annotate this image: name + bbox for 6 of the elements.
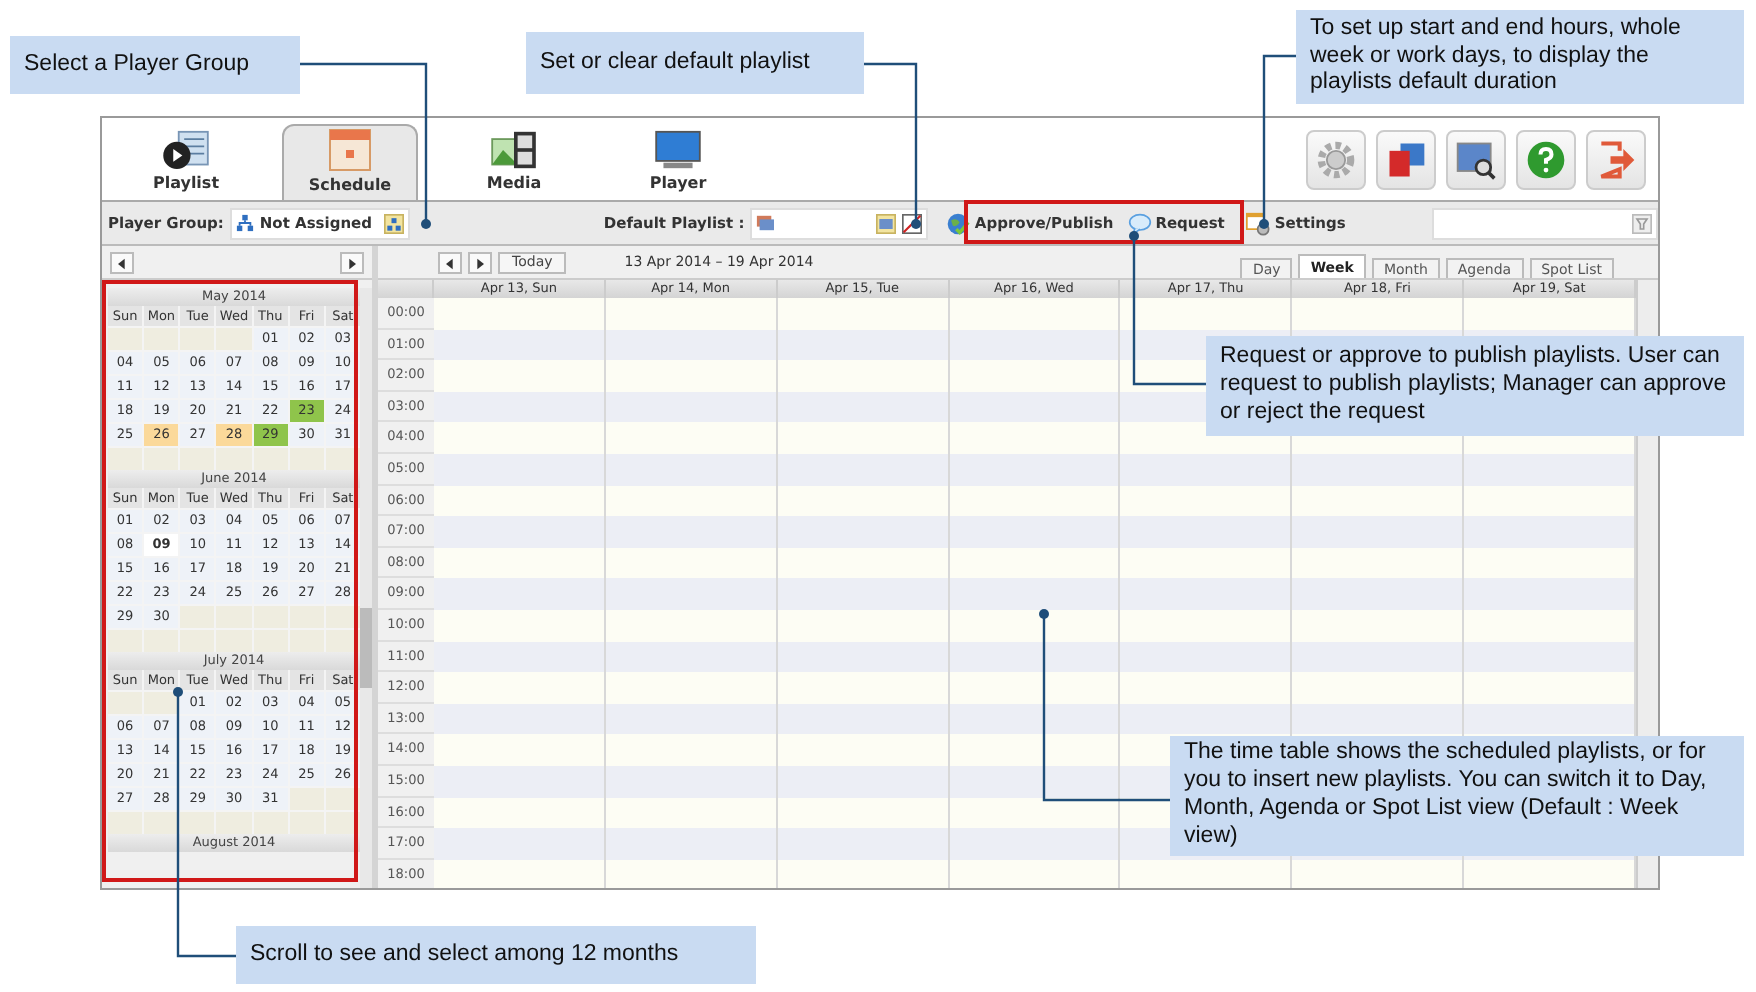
callout-tooltip: Request or approve to publish playlists. User can request to publish playlists; Manager can approve or reject the request [1206,336,1744,436]
callout-tooltip: To set up start and end hours, whole week or work days, to display the playlists default duration [1296,10,1744,104]
callout-tooltip: Set or clear default playlist [526,32,864,94]
callout-tooltip: Scroll to see and select among 12 months [236,926,756,984]
callout-tooltip: Select a Player Group [10,36,300,94]
callout-tooltip: The time table shows the scheduled playlists, or for you to insert new playlists. You can switch it to Day, Month, Agenda or Spot List view (Default : Week view) [1170,736,1744,856]
